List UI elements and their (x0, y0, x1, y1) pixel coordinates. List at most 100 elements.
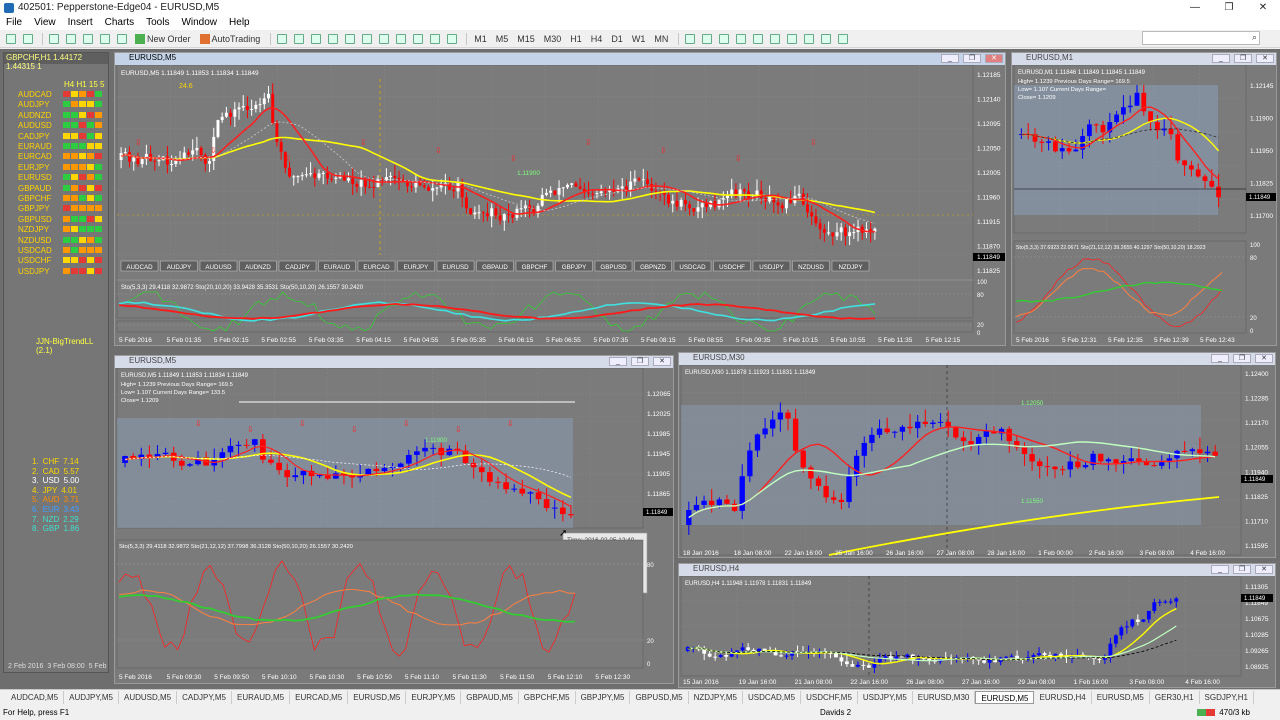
chart-window-eurusd-m1[interactable]: EURUSD,M1 _ ❐ ✕ EURUSD,M1 1.11846 1.11849 … (1011, 52, 1277, 346)
indicators-icon[interactable] (411, 32, 425, 46)
period-m1[interactable]: M1 (471, 32, 490, 46)
symbol-tab[interactable]: CADJPY,M5 (177, 691, 232, 704)
menu-view[interactable]: View (28, 17, 62, 28)
symbol-row[interactable]: EURCAD (18, 152, 52, 161)
periods-icon[interactable] (428, 32, 442, 46)
channel-icon[interactable] (768, 32, 782, 46)
symbol-tab[interactable]: AUDJPY,M5 (64, 691, 119, 704)
symbol-button[interactable]: CADJPY (278, 260, 317, 272)
symbol-button[interactable]: GBPJPY (555, 260, 593, 272)
tile-windows-icon[interactable] (360, 32, 374, 46)
symbol-row[interactable]: NZDUSD (18, 236, 51, 245)
period-h4[interactable]: H4 (588, 32, 606, 46)
chart-close-button[interactable]: ✕ (653, 357, 671, 366)
terminal-icon[interactable] (98, 32, 112, 46)
text-icon[interactable] (802, 32, 816, 46)
navigator-icon[interactable] (81, 32, 95, 46)
symbol-row[interactable]: NZDJPY (18, 225, 49, 234)
templates-icon[interactable] (445, 32, 459, 46)
chart-minimize-button[interactable]: _ (941, 54, 959, 63)
label-icon[interactable] (819, 32, 833, 46)
candlestick-icon[interactable] (292, 32, 306, 46)
symbol-button[interactable]: AUDCAD (120, 260, 159, 272)
chart-close-button[interactable]: ✕ (985, 54, 1003, 63)
period-mn[interactable]: MN (651, 32, 671, 46)
menu-insert[interactable]: Insert (62, 17, 99, 28)
horizontal-line-icon[interactable] (734, 32, 748, 46)
minimize-button[interactable]: — (1178, 0, 1212, 15)
chart-close-button[interactable]: ✕ (1255, 354, 1273, 363)
symbol-tab[interactable]: USDJPY,M5 (858, 691, 913, 704)
symbol-tab[interactable]: GBPUSD,M5 (630, 691, 689, 704)
bar-chart-icon[interactable] (275, 32, 289, 46)
symbol-tab[interactable]: AUDCAD,M5 (6, 691, 65, 704)
symbol-button[interactable]: EURUSD (436, 260, 475, 272)
chart-restore-button[interactable]: ❐ (631, 357, 649, 366)
symbol-tab[interactable]: GBPCHF,M5 (519, 691, 576, 704)
main-chart-canvas[interactable]: EURUSD,M5 1.11849 1.11853 1.11834 1.1184… (115, 65, 1005, 345)
menu-charts[interactable]: Charts (99, 17, 140, 28)
symbol-tab[interactable]: EURUSD,M5 (1092, 691, 1150, 704)
menu-window[interactable]: Window (175, 17, 223, 28)
symbol-tab[interactable]: EURUSD,M5 (975, 691, 1035, 704)
chart-window-eurusd-h4[interactable]: EURUSD,H4 _ ❐ ✕ EURUSD,H4 1.11948 1.11978 … (678, 563, 1276, 688)
new-order-button[interactable]: New Order (132, 32, 194, 46)
symbol-row[interactable]: CADJPY (18, 132, 50, 141)
search-input[interactable]: ⌕ (1142, 31, 1260, 45)
symbol-tab[interactable]: GER30,H1 (1150, 691, 1200, 704)
chart-window-eurusd-m30[interactable]: EURUSD,M30 _ ❐ ✕ EURUSD,M30 1.11878 1.1192… (678, 352, 1276, 558)
period-d1[interactable]: D1 (608, 32, 626, 46)
symbol-button[interactable]: EURAUD (318, 260, 356, 272)
symbol-row[interactable]: USDCHF (18, 256, 51, 265)
symbol-tab[interactable]: USDCHF,M5 (801, 691, 858, 704)
symbol-button[interactable]: AUDJPY (160, 260, 198, 272)
symbol-button[interactable]: USDCHF (713, 260, 751, 272)
close-button[interactable]: ✕ (1246, 0, 1280, 15)
fibonacci-icon[interactable] (785, 32, 799, 46)
symbol-button[interactable]: GBPNZD (634, 260, 672, 272)
menu-file[interactable]: File (0, 17, 28, 28)
m5b-chart-canvas[interactable]: EURUSD,M5 1.11849 1.11853 1.11834 1.1184… (115, 368, 673, 683)
crosshair-icon[interactable] (700, 32, 714, 46)
symbol-button[interactable]: GBPAUD (476, 260, 514, 272)
symbol-tab[interactable]: EURUSD,M30 (913, 691, 976, 704)
m30-chart-canvas[interactable]: EURUSD,M30 1.11878 1.11923 1.11831 1.118… (679, 365, 1275, 557)
symbol-tab[interactable]: GBPJPY,M5 (576, 691, 631, 704)
symbol-row[interactable]: GBPCHF (18, 194, 51, 203)
symbol-row[interactable]: EURUSD (18, 173, 52, 182)
chart-window-eurusd-m5-secondary[interactable]: EURUSD,M5 _ ❐ ✕ EURUSD,M5 1.11849 1.11853 … (114, 355, 674, 684)
period-m15[interactable]: M15 (514, 32, 538, 46)
m1-chart-canvas[interactable]: EURUSD,M1 1.11846 1.11849 1.11845 1.1184… (1012, 65, 1276, 345)
chart-minimize-button[interactable]: _ (1212, 54, 1230, 63)
symbol-row[interactable]: EURJPY (18, 163, 50, 172)
period-m30[interactable]: M30 (541, 32, 565, 46)
symbol-button[interactable]: GBPCHF (515, 260, 554, 272)
symbol-row[interactable]: GBPJPY (18, 204, 50, 213)
symbol-button[interactable]: NZDUSD (792, 260, 830, 272)
symbol-row[interactable]: AUDCAD (18, 90, 52, 99)
symbol-tab[interactable]: GBPAUD,M5 (461, 691, 519, 704)
chart-minimize-button[interactable]: _ (1211, 354, 1229, 363)
symbol-tab[interactable]: SGDJPY,H1 (1200, 691, 1254, 704)
new-chart-icon[interactable] (4, 32, 18, 46)
symbol-button[interactable]: NZDJPY (831, 260, 870, 272)
cursor-icon[interactable] (683, 32, 697, 46)
symbol-row[interactable]: EURAUD (18, 142, 52, 151)
chart-shift-icon[interactable] (394, 32, 408, 46)
symbol-row[interactable]: USDJPY (18, 267, 50, 276)
vertical-line-icon[interactable] (717, 32, 731, 46)
symbol-button[interactable]: AUDUSD (199, 260, 238, 272)
symbol-tab[interactable]: EURUSD,H4 (1034, 691, 1092, 704)
symbol-button[interactable]: AUDNZD (239, 260, 277, 272)
profiles-icon[interactable] (21, 32, 35, 46)
symbol-tab[interactable]: EURCAD,M5 (290, 691, 349, 704)
symbol-button[interactable]: EURJPY (397, 260, 435, 272)
zoom-in-icon[interactable] (326, 32, 340, 46)
chart-close-button[interactable]: ✕ (1255, 565, 1273, 574)
symbol-tab[interactable]: USDCAD,M5 (743, 691, 802, 704)
zoom-out-icon[interactable] (343, 32, 357, 46)
symbol-row[interactable]: AUDNZD (18, 111, 51, 120)
chart-restore-button[interactable]: ❐ (1233, 354, 1251, 363)
symbol-button[interactable]: GBPUSD (594, 260, 633, 272)
symbol-row[interactable]: AUDUSD (18, 121, 52, 130)
